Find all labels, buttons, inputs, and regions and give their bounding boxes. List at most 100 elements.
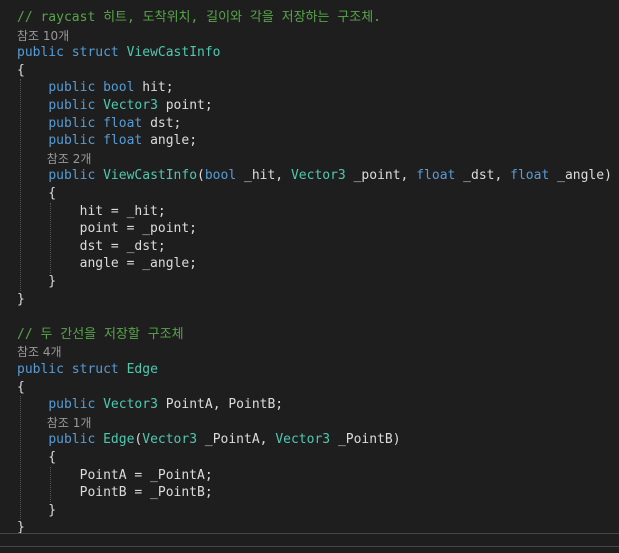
code-token-plain: hit = _hit; [17,203,166,219]
code-token-plain: PointA, PointB; [157,397,284,413]
code-editor[interactable]: // raycast 히트, 도착위치, 길이와 각을 저장하는 구조체. 참조 … [0,0,619,553]
code-token-type: Vector3 [103,98,158,113]
code-token-plain: angle = _angle; [17,256,198,272]
code-line: hit = _hit; [17,203,166,221]
codelens-reference-count[interactable]: 참조 2개 [47,150,92,168]
code-token-keyword: public [48,98,96,113]
code-token-keyword: public [48,432,96,448]
code-token-plain: point; [157,98,213,113]
code-token-plain: { [17,186,57,201]
code-line: public Edge(Vector3 _PointA, Vector3 _Po… [17,431,401,449]
code-token-plain: _PointB) [330,432,401,448]
code-line: public bool hit; [17,79,174,97]
code-line: public struct ViewCastInfo [17,44,221,62]
code-line: PointA = _PointA; [17,467,213,485]
code-line: public Vector3 point; [17,97,213,115]
code-line: // 두 간선을 저장할 구조체 [17,326,184,344]
code-token-plain: { [17,62,25,78]
code-line: } [17,273,56,291]
code-token-keyword: float [510,168,550,184]
codelens-label[interactable]: 참조 2개 [47,152,92,166]
codelens-label[interactable]: 참조 10개 [17,29,69,43]
codelens-reference-count[interactable]: 참조 10개 [17,27,69,45]
code-line: angle = _angle; [17,255,197,273]
code-token-plain: } [17,502,57,518]
code-token-keyword: public [17,362,64,377]
code-line: PointB = _PointB; [17,484,213,502]
code-token-type: ViewCastInfo [103,168,198,184]
code-token-plain: { [17,450,57,465]
code-token-type: Edge [103,432,135,448]
code-line: public Vector3 PointA, PointB; [17,396,283,414]
code-token-keyword: float [103,133,143,149]
code-token-keyword: struct [71,362,119,377]
code-token-keyword: float [416,168,456,184]
code-token-plain: PointB = _PointB; [17,485,213,501]
code-token-keyword: struct [71,45,119,61]
codelens-reference-count[interactable]: 참조 1개 [47,414,92,432]
code-token-keyword: public [48,168,96,184]
code-token-plain: point = _point; [17,221,198,237]
code-line: { [17,379,25,397]
code-token-comment: // 두 간선을 저장할 구조체 [17,326,184,342]
code-token-plain: dst = _dst; [17,238,166,254]
code-token-keyword: public [48,80,96,96]
code-line: public struct Edge [17,361,158,379]
code-token-type: Vector3 [142,432,198,448]
code-line: dst = _dst; [17,238,166,256]
codelens-label[interactable]: 참조 4개 [17,345,62,359]
code-line: public ViewCastInfo(bool _hit, Vector3 _… [17,167,612,185]
code-line: { [17,449,56,467]
code-line: public float dst; [17,115,181,133]
code-token-keyword: public [48,115,96,131]
code-token-plain: angle; [142,133,198,149]
current-line-highlight [0,533,619,547]
code-token-plain: _point, [345,168,417,184]
code-token-type: Edge [126,362,158,377]
code-token-plain: } [17,291,25,307]
code-token-plain: } [17,274,57,289]
code-token-plain: { [17,379,25,395]
code-token-keyword: bool [204,168,237,184]
code-token-plain: hit; [134,80,174,96]
code-token-type: ViewCastInfo [126,45,221,61]
code-token-type: Vector3 [290,168,346,184]
code-token-plain: PointA = _PointA; [17,467,213,483]
code-token-plain: ( [197,168,205,184]
code-line: } [17,502,56,520]
code-line: { [17,62,25,80]
code-line: public float angle; [17,132,197,150]
code-line: // raycast 히트, 도착위치, 길이와 각을 저장하는 구조체. [17,9,381,27]
code-token-keyword: public [17,45,64,61]
code-token-plain: dst; [142,115,182,131]
code-line: point = _point; [17,220,197,238]
codelens-reference-count[interactable]: 참조 4개 [17,343,62,361]
code-line: } [17,291,25,309]
code-token-comment: // raycast 히트, 도착위치, 길이와 각을 저장하는 구조체. [17,10,381,25]
code-token-keyword: public [48,397,96,413]
code-token-plain: _hit, [236,168,291,184]
code-token-plain: _PointA, [197,432,276,448]
code-token-plain: _dst, [455,168,511,184]
codelens-label[interactable]: 참조 1개 [47,416,92,430]
code-token-type: Vector3 [275,432,331,448]
code-token-type: Vector3 [103,397,158,413]
